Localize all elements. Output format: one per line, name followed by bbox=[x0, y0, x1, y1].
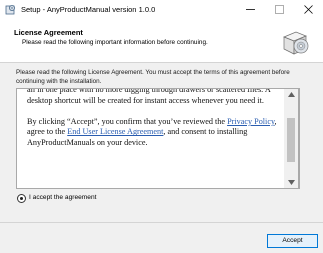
minimize-button[interactable] bbox=[236, 0, 265, 19]
footer-divider bbox=[0, 222, 323, 223]
maximize-button[interactable] bbox=[265, 0, 294, 19]
title-bar: Setup - AnyProductManual version 1.0.0 bbox=[0, 0, 323, 19]
maximize-icon bbox=[275, 5, 284, 14]
accept-radio-button[interactable] bbox=[17, 194, 26, 203]
consent-text: By clicking “Accept”, you confirm that y… bbox=[27, 116, 228, 126]
privacy-policy-link[interactable]: Privacy Policy bbox=[227, 117, 274, 126]
scroll-up-arrow-icon[interactable] bbox=[288, 92, 295, 97]
license-text-area[interactable]: all in one place with no more digging th… bbox=[16, 88, 300, 189]
license-paragraph-consent: By clicking “Accept”, you confirm that y… bbox=[27, 117, 284, 149]
wizard-header: License Agreement Please read the follow… bbox=[0, 19, 323, 63]
accept-button[interactable]: Accept bbox=[267, 234, 318, 248]
license-paragraph: all in one place with no more digging th… bbox=[27, 88, 271, 105]
intro-text: Please read the following License Agreem… bbox=[16, 69, 290, 85]
software-box-disc-icon bbox=[283, 31, 309, 55]
eula-link[interactable]: End User License Agreement bbox=[67, 127, 163, 136]
license-text: all in one place with no more digging th… bbox=[27, 88, 284, 159]
accept-radio-label[interactable]: I accept the agreement bbox=[29, 194, 96, 201]
vertical-scrollbar[interactable] bbox=[284, 88, 299, 189]
page-subtitle: Please read the following important info… bbox=[22, 39, 208, 46]
close-button[interactable] bbox=[294, 0, 323, 19]
scroll-down-arrow-icon[interactable] bbox=[288, 180, 295, 185]
window-title: Setup - AnyProductManual version 1.0.0 bbox=[21, 5, 156, 14]
scrollbar-thumb[interactable] bbox=[287, 118, 295, 162]
minimize-icon bbox=[246, 9, 255, 10]
close-icon bbox=[304, 5, 313, 14]
radio-selected-dot bbox=[20, 197, 23, 200]
page-title: License Agreement bbox=[14, 28, 83, 37]
app-icon bbox=[5, 5, 15, 15]
